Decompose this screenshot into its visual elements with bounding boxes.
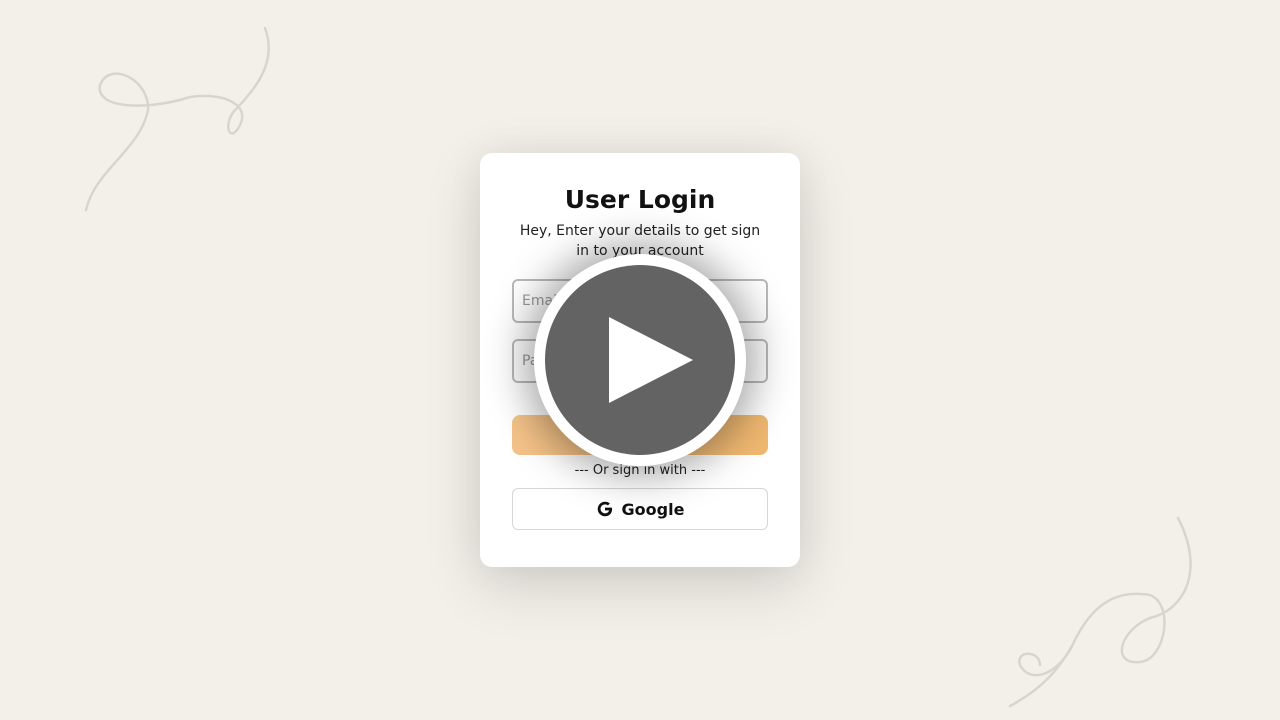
google-icon — [597, 501, 612, 517]
video-play-button[interactable] — [534, 254, 746, 466]
page-stage: User Login Hey, Enter your details to ge… — [0, 0, 1280, 720]
google-button-label: Google — [621, 499, 685, 519]
squiggle-top-left — [84, 26, 270, 212]
google-signin-button[interactable]: Google — [512, 488, 768, 530]
play-circle — [545, 265, 735, 455]
play-icon — [609, 317, 693, 403]
squiggle-bottom-right — [1008, 516, 1192, 708]
login-title: User Login — [564, 185, 716, 214]
